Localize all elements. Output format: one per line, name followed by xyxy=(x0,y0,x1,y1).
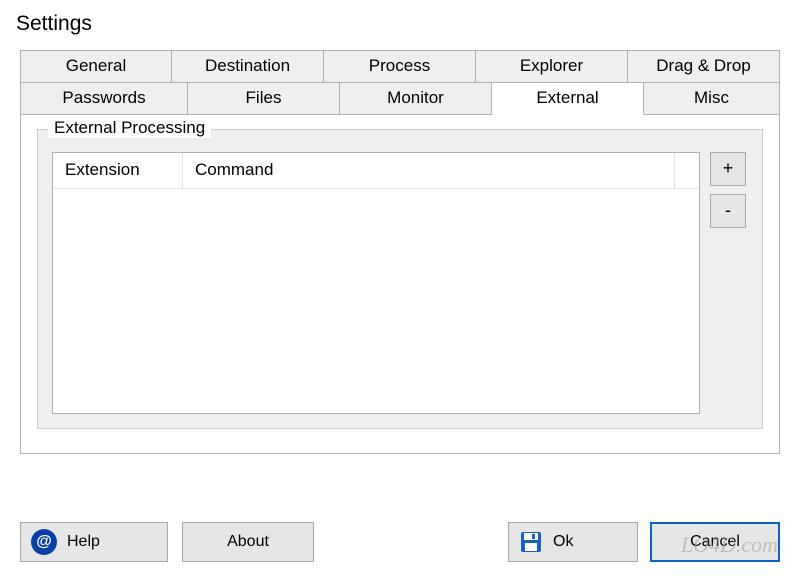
tab-general[interactable]: General xyxy=(20,50,172,82)
remove-button[interactable]: - xyxy=(710,194,746,228)
content-area: General Destination Process Explorer Dra… xyxy=(0,50,800,454)
tab-row-bottom: Passwords Files Monitor External Misc xyxy=(20,82,780,115)
cancel-button-label: Cancel xyxy=(690,533,740,551)
column-header-spacer xyxy=(675,153,699,189)
tab-control: General Destination Process Explorer Dra… xyxy=(20,50,780,454)
ok-button-label: Ok xyxy=(553,533,573,551)
column-header-extension[interactable]: Extension xyxy=(53,153,183,189)
tab-row-top: General Destination Process Explorer Dra… xyxy=(20,50,780,82)
tab-explorer[interactable]: Explorer xyxy=(476,50,628,82)
external-listview[interactable]: Extension Command xyxy=(52,152,700,414)
add-button[interactable]: + xyxy=(710,152,746,186)
listview-header-row: Extension Command xyxy=(53,153,699,189)
tab-external[interactable]: External xyxy=(492,82,644,115)
external-processing-group: External Processing Extension Command + … xyxy=(37,129,763,429)
about-button[interactable]: About xyxy=(182,522,314,562)
tab-process[interactable]: Process xyxy=(324,50,476,82)
save-icon xyxy=(519,530,543,554)
list-area: Extension Command + - xyxy=(52,152,748,414)
tab-panel-external: External Processing Extension Command + … xyxy=(20,114,780,454)
dialog-footer: @ Help About Ok Cancel xyxy=(20,522,780,562)
tab-misc[interactable]: Misc xyxy=(644,82,780,115)
at-icon: @ xyxy=(31,529,57,555)
tab-destination[interactable]: Destination xyxy=(172,50,324,82)
tab-monitor[interactable]: Monitor xyxy=(340,82,492,115)
groupbox-title: External Processing xyxy=(48,118,211,138)
help-button[interactable]: @ Help xyxy=(20,522,168,562)
tab-drag-and-drop[interactable]: Drag & Drop xyxy=(628,50,780,82)
help-button-label: Help xyxy=(67,533,100,551)
list-side-buttons: + - xyxy=(710,152,748,414)
settings-window: Settings General Destination Process Exp… xyxy=(0,0,800,580)
cancel-button[interactable]: Cancel xyxy=(650,522,780,562)
tab-passwords[interactable]: Passwords xyxy=(20,82,188,115)
window-title: Settings xyxy=(0,0,800,50)
column-header-command[interactable]: Command xyxy=(183,153,675,189)
tab-files[interactable]: Files xyxy=(188,82,340,115)
ok-button[interactable]: Ok xyxy=(508,522,638,562)
about-button-label: About xyxy=(227,533,269,551)
